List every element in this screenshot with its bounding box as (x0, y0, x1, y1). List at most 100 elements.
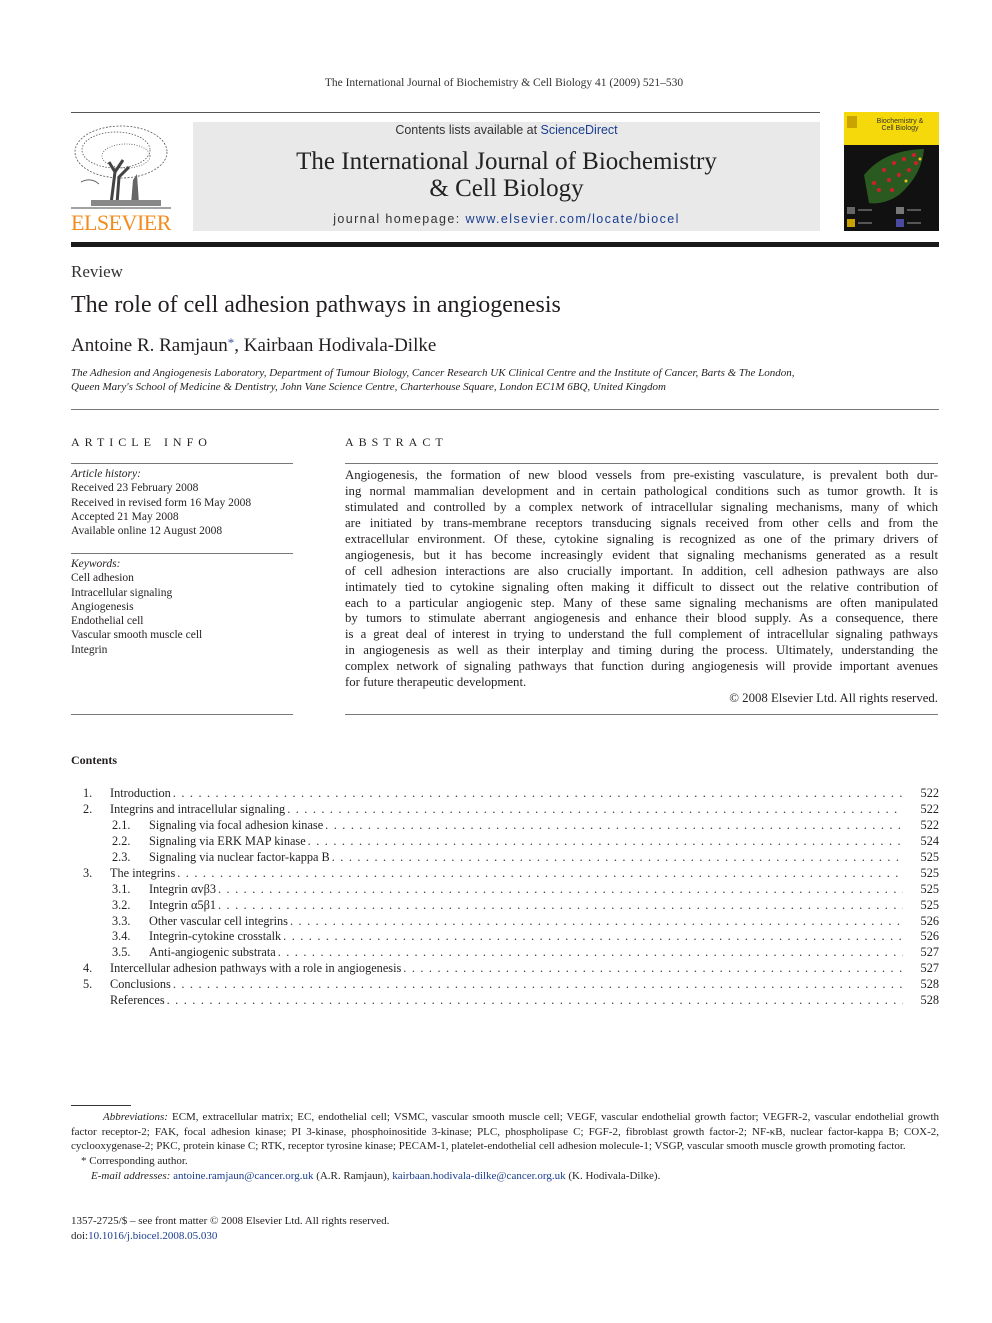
table-of-contents: 1. Introduction. . . . . . . . . . . . . … (71, 786, 939, 1009)
toc-page-number: 526 (920, 929, 939, 944)
toc-leader-dots: . . . . . . . . . . . . . . . . . . . . … (307, 833, 903, 848)
toc-label[interactable]: Integrin α5β1 (149, 898, 216, 914)
toc-page-number: 527 (920, 961, 939, 976)
keyword: Integrin (71, 643, 108, 656)
keyword: Vascular smooth muscle cell (71, 629, 203, 642)
toc-page-number: 525 (920, 897, 939, 912)
toc-page-number: 526 (920, 913, 939, 928)
header-rule (71, 112, 820, 113)
toc-number: 3.5. (112, 945, 131, 960)
toc-leader-dots: . . . . . . . . . . . . . . . . . . . . … (287, 801, 903, 816)
abstract-body: Angiogenesis, the formation of new blood… (345, 468, 938, 707)
toc-number: 3.4. (112, 929, 131, 944)
email-owner: (K. Hodivala-Dilke). (565, 1169, 661, 1182)
toc-entry[interactable]: 1. Introduction. . . . . . . . . . . . . … (71, 786, 939, 802)
toc-entry[interactable]: 4. Intercellular adhesion pathways with a… (71, 961, 939, 977)
toc-label[interactable]: Anti-angiogenic substrata (149, 945, 276, 961)
article-info-heading: ARTICLE INFO (71, 435, 212, 449)
keywords-rule (71, 553, 293, 554)
doi-link[interactable]: 10.1016/j.biocel.2008.05.030 (88, 1230, 217, 1242)
toc-label[interactable]: Integrin-cytokine crosstalk (149, 929, 281, 945)
abstract-line: in angiogenesis as well as their interpl… (345, 643, 938, 658)
journal-banner: Contents lists available at ScienceDirec… (193, 122, 820, 231)
toc-page-number: 525 (920, 849, 939, 864)
toc-page-number: 528 (920, 993, 939, 1008)
toc-page-number: 524 (920, 833, 939, 848)
toc-leader-dots: . . . . . . . . . . . . . . . . . . . . … (277, 945, 903, 960)
footnote-rule (71, 1105, 131, 1106)
journal-cover-thumbnail[interactable]: Biochemistry & Cell Biology (844, 112, 939, 231)
issn-line: 1357-2725/$ – see front matter © 2008 El… (71, 1215, 390, 1227)
abstract-line: complex network of signaling pathways th… (345, 659, 938, 674)
toc-label[interactable]: Signaling via nuclear factor-kappa B (149, 850, 330, 866)
toc-label[interactable]: Other vascular cell integrins (149, 914, 288, 930)
toc-entry[interactable]: 2.3. Signaling via nuclear factor-kappa B… (71, 850, 939, 866)
abstract-rule (345, 463, 938, 464)
doi-line: doi:10.1016/j.biocel.2008.05.030 (71, 1229, 389, 1244)
toc-label[interactable]: References (110, 993, 165, 1009)
toc-number: 5. (83, 977, 93, 992)
toc-number: 3.3. (112, 913, 131, 928)
history-label: Article history: (71, 468, 141, 480)
toc-label[interactable]: Introduction (110, 786, 171, 802)
journal-homepage: journal homepage: www.elsevier.com/locat… (193, 212, 820, 226)
abbreviations-label: Abbreviations: (103, 1111, 168, 1123)
article-info-rule (71, 463, 293, 464)
toc-page-number: 522 (920, 817, 939, 832)
toc-entry[interactable]: 2. Integrins and intracellular signaling.… (71, 802, 939, 818)
header-thick-rule (71, 242, 939, 247)
title-divider (71, 409, 939, 410)
abbreviations-text: ECM, extracellular matrix; EC, endotheli… (71, 1111, 939, 1153)
toc-entry[interactable]: 3.3. Other vascular cell integrins. . . .… (71, 914, 939, 930)
abstract-line: Angiogenesis, the formation of new blood… (345, 468, 938, 482)
elsevier-tree-icon (71, 125, 171, 209)
toc-label[interactable]: Signaling via ERK MAP kinase (149, 834, 306, 850)
toc-label[interactable]: Integrin αvβ3 (149, 882, 216, 898)
author-hodivala-dilke[interactable]: Kairbaan Hodivala-Dilke (244, 335, 437, 356)
abstract-end-rule (345, 714, 938, 715)
email-footnote: E-mail addresses: antoine.ramjaun@cancer… (71, 1169, 939, 1184)
toc-label[interactable]: Integrins and intracellular signaling (110, 802, 285, 818)
toc-label[interactable]: Intercellular adhesion pathways with a r… (110, 961, 401, 977)
toc-entry[interactable]: 3. The integrins. . . . . . . . . . . . .… (71, 866, 939, 882)
homepage-prefix: journal homepage: (333, 212, 466, 226)
abstract-copyright: © 2008 Elsevier Ltd. All rights reserved… (729, 691, 938, 706)
toc-entry[interactable]: 3.2. Integrin α5β1. . . . . . . . . . . .… (71, 898, 939, 914)
toc-label[interactable]: Signaling via focal adhesion kinase (149, 818, 323, 834)
abstract-line: each to a particular angiogenic step. Ma… (345, 595, 938, 610)
toc-label[interactable]: Conclusions (110, 977, 171, 993)
keyword: Cell adhesion (71, 572, 134, 585)
cover-title: Biochemistry & Cell Biology (864, 118, 936, 132)
article-type: Review (71, 262, 123, 281)
sciencedirect-link[interactable]: ScienceDirect (541, 123, 618, 137)
affiliation-line2: Queen Mary's School of Medicine & Dentis… (71, 381, 666, 393)
toc-label[interactable]: The integrins (110, 866, 175, 882)
history-item: Accepted 21 May 2008 (71, 510, 179, 523)
toc-leader-dots: . . . . . . . . . . . . . . . . . . . . … (166, 993, 903, 1008)
toc-number: 3.1. (112, 881, 131, 896)
toc-entry[interactable]: 2.1. Signaling via focal adhesion kinase.… (71, 818, 939, 834)
cover-title-line2: Cell Biology (881, 125, 919, 132)
toc-entry[interactable]: 3.1. Integrin αvβ3. . . . . . . . . . . .… (71, 882, 939, 898)
toc-entry[interactable]: References. . . . . . . . . . . . . . . … (71, 993, 939, 1009)
email-link-hodivala-dilke[interactable]: kairbaan.hodivala-dilke@cancer.org.uk (392, 1170, 565, 1182)
toc-entry[interactable]: 3.5. Anti-angiogenic substrata. . . . . .… (71, 945, 939, 961)
author-ramjaun[interactable]: Antoine R. Ramjaun (71, 335, 228, 356)
toc-page-number: 527 (920, 945, 939, 960)
toc-entry[interactable]: 2.2. Signaling via ERK MAP kinase. . . . … (71, 834, 939, 850)
toc-leader-dots: . . . . . . . . . . . . . . . . . . . . … (172, 977, 903, 992)
publisher-logo[interactable]: ELSEVIER (71, 122, 171, 235)
author-list: Antoine R. Ramjaun*, Kairbaan Hodivala-D… (71, 335, 436, 357)
toc-entry[interactable]: 3.4. Integrin-cytokine crosstalk. . . . .… (71, 929, 939, 945)
abstract-line: intimately tied to cytokine signaling of… (345, 579, 938, 594)
homepage-link[interactable]: www.elsevier.com/locate/biocel (465, 212, 679, 226)
toc-entry[interactable]: 5. Conclusions. . . . . . . . . . . . . .… (71, 977, 939, 993)
corresponding-text: Corresponding author. (89, 1155, 188, 1168)
abstract-line: for future therapeutic development. (345, 675, 527, 690)
email-link-ramjaun[interactable]: antoine.ramjaun@cancer.org.uk (173, 1170, 313, 1182)
affiliation: The Adhesion and Angiogenesis Laboratory… (71, 366, 795, 394)
toc-page-number: 525 (920, 865, 939, 880)
abstract-line: extracellular environment. Of these, cyt… (345, 531, 938, 546)
cover-title-band: Biochemistry & Cell Biology (844, 112, 939, 145)
running-head: The International Journal of Biochemistr… (324, 77, 684, 89)
